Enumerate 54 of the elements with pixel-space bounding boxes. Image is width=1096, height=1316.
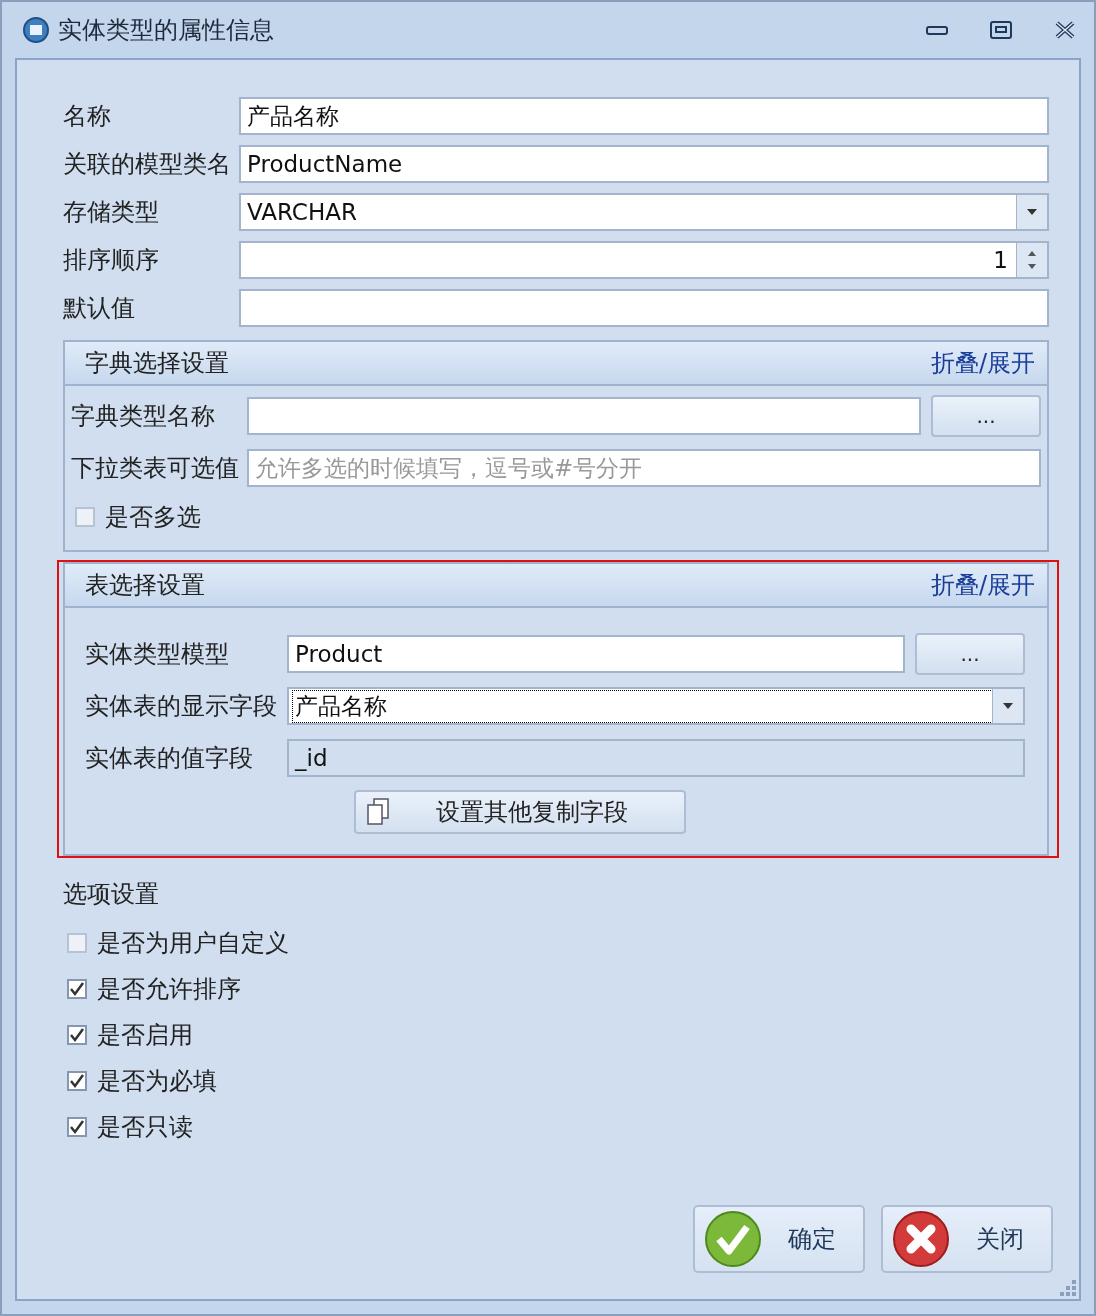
checkbox-label: 是否允许排序 bbox=[97, 974, 241, 1005]
dropdown-field[interactable]: VARCHAR bbox=[239, 193, 1049, 231]
resize-grip-icon[interactable] bbox=[1057, 1277, 1077, 1297]
field-label: 字典类型名称 bbox=[71, 401, 216, 432]
checkbox[interactable] bbox=[67, 1071, 87, 1091]
input-field[interactable]: Product bbox=[287, 635, 905, 673]
dropdown-arrow-icon bbox=[1027, 209, 1037, 215]
input-field[interactable] bbox=[247, 397, 921, 435]
field-label: 实体类型模型 bbox=[85, 639, 230, 670]
confirm-button[interactable]: 确定 bbox=[693, 1205, 865, 1273]
copy-fields-button[interactable]: 设置其他复制字段 bbox=[354, 790, 686, 834]
input-field[interactable]: _id bbox=[287, 739, 1025, 777]
app-icon bbox=[22, 16, 50, 44]
input-field[interactable]: ProductName bbox=[239, 145, 1049, 183]
checkbox-label: 是否只读 bbox=[97, 1112, 193, 1143]
spinner-arrows-icon bbox=[1028, 250, 1036, 270]
dropdown-field[interactable]: 产品名称 bbox=[287, 687, 1025, 725]
section-title: 选项设置 bbox=[63, 879, 160, 910]
checkbox[interactable] bbox=[67, 979, 87, 999]
close-button[interactable]: 关闭 bbox=[881, 1205, 1053, 1273]
field-label: 存储类型 bbox=[63, 197, 160, 228]
field-label: 名称 bbox=[63, 101, 112, 132]
field-label: 实体表的值字段 bbox=[85, 743, 254, 774]
close-icon[interactable] bbox=[1054, 21, 1076, 39]
checkbox[interactable] bbox=[75, 507, 95, 527]
checkbox-label: 是否为必填 bbox=[97, 1066, 217, 1097]
minimize-icon[interactable] bbox=[926, 24, 948, 36]
window-title: 实体类型的属性信息 bbox=[58, 15, 274, 46]
checkbox-label: 是否多选 bbox=[105, 502, 201, 533]
section-title: 字典选择设置 bbox=[85, 348, 229, 379]
field-label: 关联的模型类名 bbox=[63, 149, 232, 180]
cancel-icon bbox=[893, 1211, 949, 1267]
field-label: 排序顺序 bbox=[63, 245, 160, 276]
input-field[interactable]: 产品名称 bbox=[239, 97, 1049, 135]
maximize-icon[interactable] bbox=[990, 21, 1012, 39]
checkbox[interactable] bbox=[67, 933, 87, 953]
number-field[interactable]: 1 bbox=[239, 241, 1049, 279]
browse-button[interactable]: ... bbox=[915, 633, 1025, 675]
field-label: 默认值 bbox=[63, 293, 136, 324]
browse-button[interactable]: ... bbox=[931, 395, 1041, 437]
input-field[interactable]: 允许多选的时候填写，逗号或#号分开 bbox=[247, 449, 1041, 487]
checkbox-label: 是否为用户自定义 bbox=[97, 928, 289, 959]
field-label: 下拉类表可选值 bbox=[71, 453, 240, 484]
check-icon bbox=[705, 1211, 761, 1267]
checkbox[interactable] bbox=[67, 1117, 87, 1137]
input-field[interactable] bbox=[239, 289, 1049, 327]
dropdown-arrow-icon bbox=[1003, 703, 1013, 709]
checkbox-label: 是否启用 bbox=[97, 1020, 193, 1051]
collapse-link[interactable]: 折叠/展开 bbox=[930, 569, 1035, 601]
checkbox[interactable] bbox=[67, 1025, 87, 1045]
copy-icon bbox=[366, 798, 390, 826]
field-label: 实体表的显示字段 bbox=[85, 691, 278, 722]
section-title: 表选择设置 bbox=[85, 570, 205, 601]
collapse-link[interactable]: 折叠/展开 bbox=[930, 347, 1035, 379]
